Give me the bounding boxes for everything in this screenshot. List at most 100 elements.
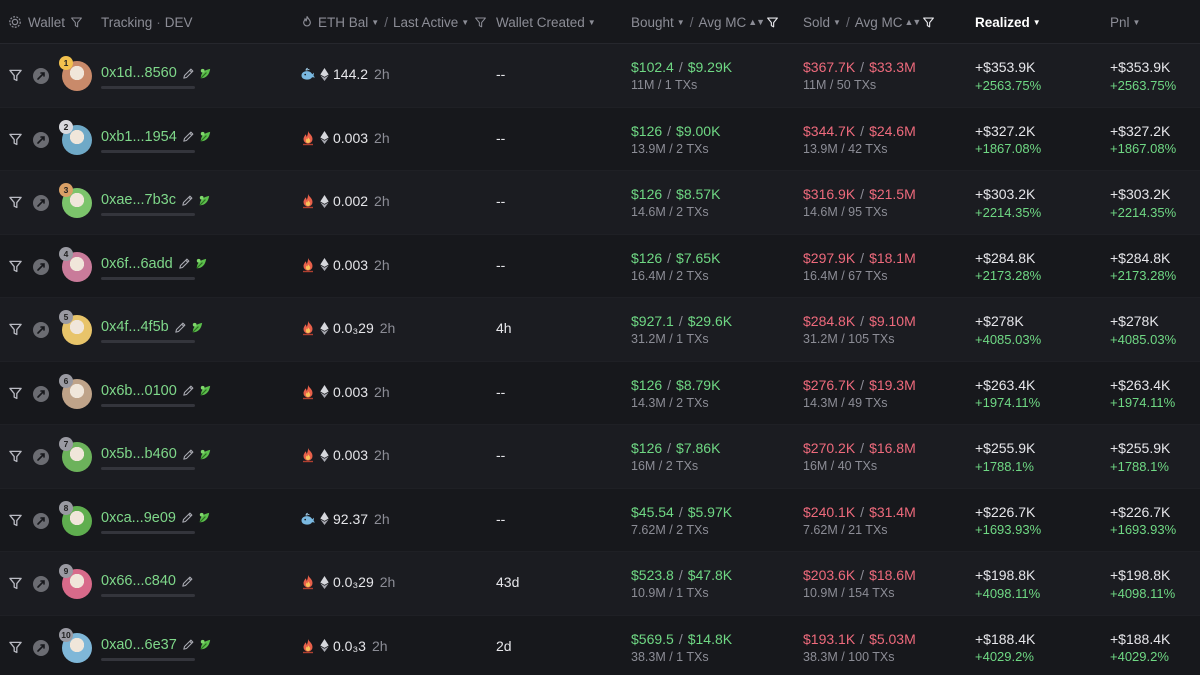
realized-column-header[interactable]: Realized ▼ [975, 0, 1041, 44]
wallet-address[interactable]: 0x1d...8560 [101, 65, 177, 81]
edit-icon[interactable] [178, 257, 191, 270]
table-row[interactable]: 2 0xb1...1954 0.003 2h -- $126/$9.00K 13… [0, 108, 1200, 171]
avatar: 1 [59, 56, 92, 91]
link-icon[interactable] [33, 258, 49, 275]
wallet-address-link[interactable]: 0xae...7b3c [101, 192, 212, 208]
wallet-address-link[interactable]: 0x6b...0100 [101, 383, 213, 399]
sold-avg-mc: $18.6M [869, 567, 916, 583]
wallet-address[interactable]: 0xae...7b3c [101, 192, 176, 208]
link-icon[interactable] [33, 322, 49, 338]
pnl-cell: +$284.8K +2173.28% [1110, 249, 1176, 285]
table-row[interactable]: 5 0x4f...4f5b 0.0₃29 2h 4h $927.1/$29.6K… [0, 298, 1200, 362]
eth-balance-value: 0.003 [333, 447, 369, 463]
filter-icon[interactable] [8, 68, 23, 83]
filter-icon[interactable] [8, 576, 23, 591]
link-icon[interactable] [33, 68, 49, 84]
chevron-down-icon: ▼ [833, 17, 841, 27]
sold-avg-mc: $24.6M [869, 122, 916, 139]
filter-icon[interactable] [474, 16, 487, 29]
wallet-address-link[interactable]: 0x5b...b460 [101, 446, 213, 462]
pnl-column-header[interactable]: Pnl ▼ [1110, 0, 1140, 44]
wallet-address[interactable]: 0x66...c840 [101, 573, 176, 589]
wallet-address[interactable]: 0x6b...0100 [101, 383, 177, 399]
link-icon[interactable] [33, 195, 49, 211]
sold-avg-mc: $18.1M [869, 249, 916, 266]
avg-mc-header-label: Avg MC [854, 14, 903, 30]
sold-column-header[interactable]: Sold ▼ / Avg MC ▲▼ [803, 0, 935, 44]
filter-icon[interactable] [766, 16, 779, 29]
sold-avg-mc: $9.10M [869, 313, 916, 329]
edit-icon[interactable] [182, 384, 195, 397]
filter-icon[interactable] [70, 16, 83, 29]
wallet-column-header[interactable]: Wallet [8, 0, 83, 44]
table-row[interactable]: 6 0x6b...0100 0.003 2h -- $126/$8.79K 14… [0, 362, 1200, 425]
filter-icon[interactable] [8, 640, 23, 655]
edit-icon[interactable] [182, 638, 195, 651]
chevron-down-icon: ▼ [371, 17, 380, 27]
table-row[interactable]: 9 0x66...c840 0.0₃29 2h 43d $523.8/$47.8… [0, 552, 1200, 616]
edit-icon[interactable] [181, 511, 194, 524]
rank-badge: 2 [59, 119, 73, 134]
wallet-address-link[interactable]: 0x4f...4f5b [101, 319, 205, 335]
wallet-address[interactable]: 0x5b...b460 [101, 446, 177, 462]
link-icon[interactable] [33, 449, 49, 465]
avatar: 10 [59, 627, 92, 663]
chevron-down-icon: ▼ [587, 17, 596, 27]
filter-icon[interactable] [922, 16, 935, 29]
link-icon[interactable] [33, 639, 49, 656]
link-icon[interactable] [33, 385, 49, 402]
rank-badge: 9 [59, 564, 73, 578]
wallet-address-link[interactable]: 0xa0...6e37 [101, 637, 213, 653]
wallet-address[interactable]: 0x4f...4f5b [101, 319, 169, 335]
link-icon[interactable] [33, 576, 49, 592]
table-row[interactable]: 10 0xa0...6e37 0.0₃3 2h 2d $569.5/$14.8K… [0, 616, 1200, 675]
pnl-percent: +2214.35% [1110, 204, 1177, 220]
table-row[interactable]: 8 0xca...9e09 92.37 2h -- $45.54/$5.97K … [0, 489, 1200, 552]
filter-icon[interactable] [8, 449, 23, 464]
bought-column-header[interactable]: Bought ▼ / Avg MC ▲▼ [631, 0, 779, 44]
sort-icon[interactable]: ▲▼ [748, 17, 765, 27]
wallet-address[interactable]: 0xca...9e09 [101, 510, 176, 526]
filter-icon[interactable] [8, 132, 23, 147]
link-icon[interactable] [33, 512, 49, 529]
wallet-address-link[interactable]: 0x6f...6add [101, 256, 209, 272]
wallet-address[interactable]: 0xa0...6e37 [101, 637, 177, 653]
eth-balance-value: 0.0₃3 [333, 637, 366, 654]
bought-cell: $102.4/$9.29K 11M / 1 TXs [631, 59, 733, 92]
wallet-address[interactable]: 0xb1...1954 [101, 129, 177, 145]
wallet-address-link[interactable]: 0x66...c840 [101, 573, 194, 589]
leaf-icon [198, 66, 213, 81]
last-active-value: 2h [374, 66, 390, 82]
filter-icon[interactable] [8, 195, 23, 210]
link-icon[interactable] [33, 131, 49, 148]
wallet-address-link[interactable]: 0x1d...8560 [101, 65, 213, 81]
settings-icon[interactable] [8, 15, 22, 29]
wallet-address-link[interactable]: 0xca...9e09 [101, 510, 212, 526]
table-row[interactable]: 7 0x5b...b460 0.003 2h -- $126/$7.86K 16… [0, 425, 1200, 489]
whale-icon [300, 511, 316, 527]
filter-icon[interactable] [8, 259, 23, 274]
wallet-created-column-header[interactable]: Wallet Created ▼ [496, 0, 596, 44]
wallet-address[interactable]: 0x6f...6add [101, 256, 173, 272]
table-row[interactable]: 3 0xae...7b3c 0.002 2h -- $126/$8.57K 14… [0, 171, 1200, 235]
sort-icon[interactable]: ▲▼ [904, 17, 921, 27]
edit-icon[interactable] [182, 448, 195, 461]
realized-percent: +1867.08% [975, 141, 1042, 156]
bought-avg-mc: $8.79K [676, 376, 721, 393]
eth-bal-column-header[interactable]: ETH Bal ▼ / Last Active ▼ [300, 0, 487, 44]
edit-icon[interactable] [182, 130, 195, 143]
filter-icon[interactable] [8, 386, 23, 401]
wallet-address-link[interactable]: 0xb1...1954 [101, 129, 213, 145]
filter-icon[interactable] [8, 322, 23, 337]
realized-percent: +4098.11% [975, 585, 1041, 601]
realized-cell: +$226.7K +1693.93% [975, 503, 1041, 539]
tracking-column-header[interactable]: Tracking · DEV [101, 0, 193, 44]
table-row[interactable]: 4 0x6f...6add 0.003 2h -- $126/$7.65K 16… [0, 235, 1200, 298]
leaf-icon [198, 637, 213, 652]
filter-icon[interactable] [8, 513, 23, 528]
edit-icon[interactable] [181, 194, 194, 207]
edit-icon[interactable] [182, 67, 195, 80]
table-row[interactable]: 1 0x1d...8560 144.2 2h -- $102.4/$9.29K … [0, 44, 1200, 108]
edit-icon[interactable] [181, 575, 194, 588]
edit-icon[interactable] [174, 321, 187, 334]
